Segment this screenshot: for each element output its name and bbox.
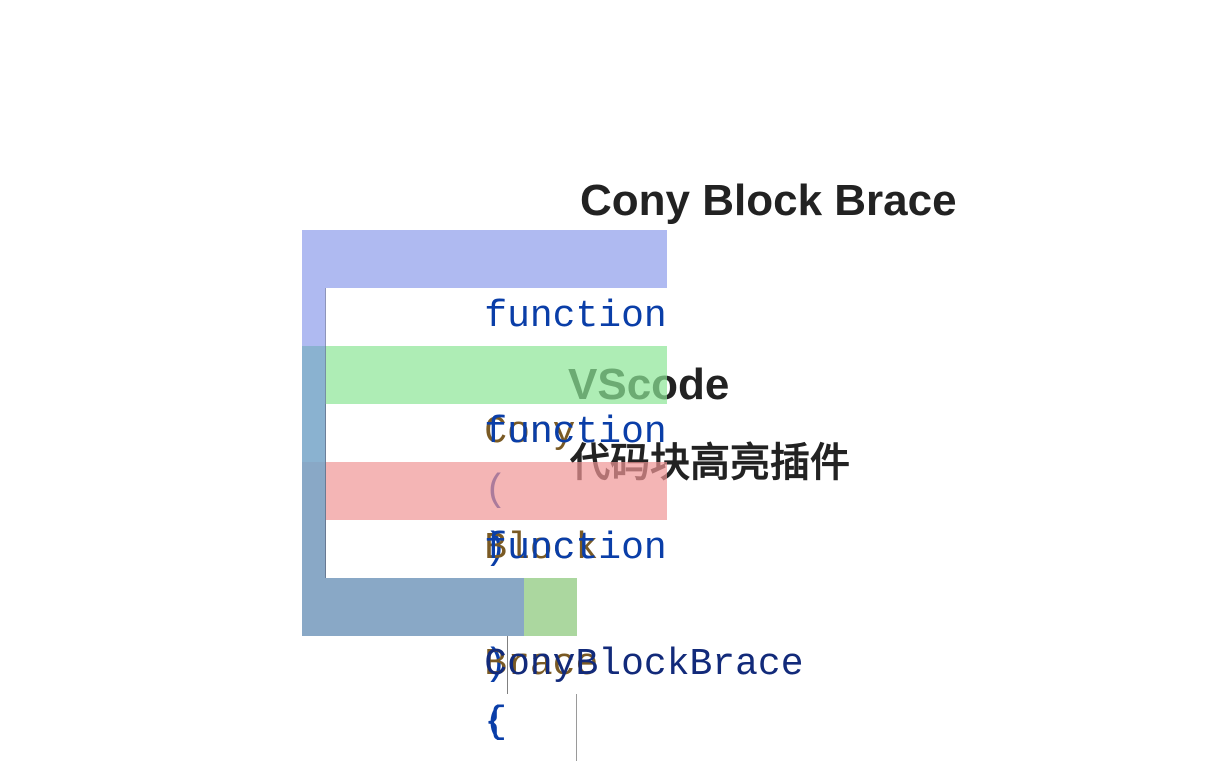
indent-guide-icon: [576, 694, 577, 752]
keyword-function: function: [484, 527, 666, 570]
indent-guide-icon: [507, 636, 508, 694]
brace-close-icon: }: [484, 752, 507, 761]
code-line-1: function Cony ( ) {: [165, 172, 804, 230]
indent-guide-icon: [325, 462, 326, 520]
canvas: Cony Block Brace VScode 代码块高亮插件 function…: [0, 0, 1218, 761]
indent-guide-icon: [325, 346, 326, 404]
keyword-function: function: [484, 411, 666, 454]
indent-guide-icon: [325, 404, 326, 462]
indent-guide-icon: [325, 288, 326, 346]
code-snippet: function Cony ( ) { function Block ( ) {: [165, 172, 804, 578]
indent-guide-icon: [576, 752, 577, 761]
indent-guide-icon: [325, 520, 326, 578]
identifier-conyblockbrace: ConyBlockBrace: [484, 643, 803, 686]
keyword-function: function: [484, 295, 666, 338]
